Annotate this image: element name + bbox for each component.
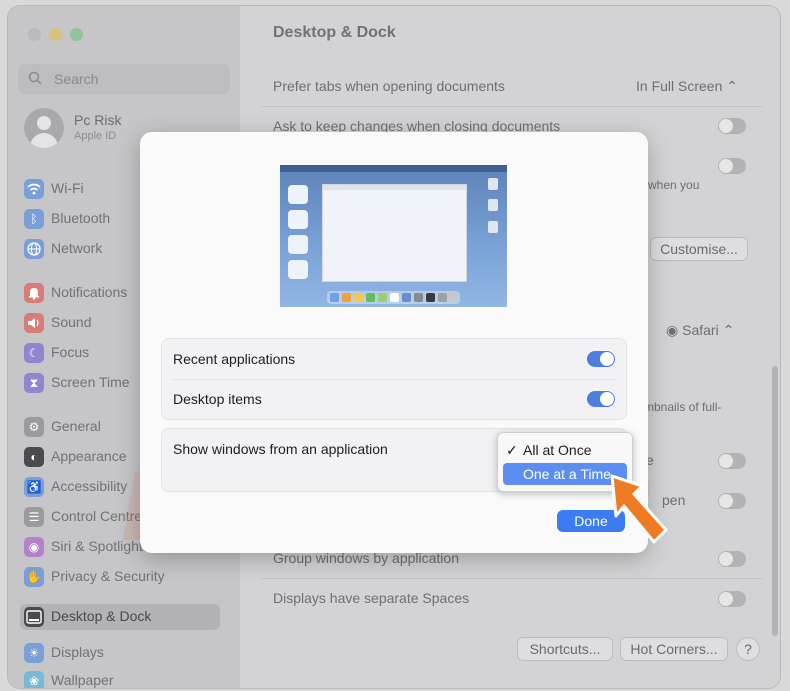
sidebar-item-label: Network (51, 240, 103, 256)
sidebar-item-displays[interactable]: ☀ Displays (20, 640, 220, 666)
desktop-items-toggle[interactable] (587, 391, 615, 407)
user-name: Pc Risk (74, 112, 122, 128)
zoom-window-button[interactable] (70, 28, 83, 41)
divider (262, 578, 762, 579)
search-input[interactable]: Search (18, 64, 230, 94)
ask-keep-changes-toggle[interactable] (718, 118, 746, 134)
sidebar-item-label: Wi-Fi (51, 180, 84, 196)
sidebar-item-label: Accessibility (51, 478, 128, 494)
speaker-icon (24, 313, 44, 333)
separate-spaces-toggle[interactable] (718, 591, 746, 607)
hot-corners-button[interactable]: Hot Corners... (620, 637, 728, 661)
customise-button[interactable]: Customise... (650, 237, 748, 261)
hourglass-icon: ⧗ (24, 373, 44, 393)
avatar (24, 108, 64, 148)
safari-icon: ◉ (666, 322, 679, 338)
accessibility-icon: ♿ (24, 477, 44, 497)
menu-item-all-at-once[interactable]: ✓ All at Once (503, 439, 627, 461)
gear-icon: ⚙ (24, 417, 44, 437)
sidebar-item-label: General (51, 418, 101, 434)
appearance-icon: ◐ (24, 447, 44, 467)
sidebar-item-label: Sound (51, 314, 92, 330)
recent-apps-label: Recent applications (173, 351, 296, 367)
sun-icon: ☀ (24, 643, 44, 663)
sidebar-item-wallpaper[interactable]: ❀ Wallpaper (20, 668, 220, 688)
recent-apps-toggle[interactable] (587, 351, 615, 367)
minimize-window-button[interactable] (49, 28, 62, 41)
menu-item-label: All at Once (523, 442, 592, 458)
hand-icon: ✋ (24, 567, 44, 587)
sidebar-item-label: Desktop & Dock (51, 608, 152, 624)
sidebar-item-label: Focus (51, 344, 90, 360)
pointer-arrow-icon (606, 470, 670, 557)
wifi-icon (24, 179, 44, 199)
prefer-tabs-value: In Full Screen (636, 78, 723, 94)
scrollbar[interactable] (772, 366, 778, 636)
shortcuts-button[interactable]: Shortcuts... (517, 637, 613, 661)
bluetooth-icon: ᛒ (24, 209, 44, 229)
help-button[interactable]: ? (736, 637, 760, 661)
sidebar-item-label: Wallpaper (51, 672, 114, 688)
sidebar-item-label: Appearance (51, 448, 127, 464)
default-browser-value: Safari (682, 322, 719, 338)
sidebar-item-label: Screen Time (51, 374, 130, 390)
options-group: Recent applications Desktop items (161, 338, 627, 420)
user-subtitle: Apple ID (74, 130, 117, 142)
show-windows-label: Show windows from an application (173, 441, 388, 457)
wallpaper-icon: ❀ (24, 671, 44, 688)
control-centre-icon: ☰ (24, 507, 44, 527)
separate-spaces-label: Displays have separate Spaces (273, 590, 470, 606)
chevron-updown-icon: ⌃ (722, 322, 735, 338)
search-placeholder: Search (54, 71, 99, 87)
sidebar-item-label: Privacy & Security (51, 568, 165, 584)
setting-toggle-2[interactable] (718, 493, 746, 509)
prefer-tabs-label: Prefer tabs when opening documents (273, 78, 505, 94)
prefer-tabs-select[interactable]: In Full Screen ⌃ (636, 78, 738, 95)
close-window-button[interactable] (28, 28, 41, 41)
sidebar-item-label: Bluetooth (51, 210, 111, 226)
close-windows-description: when you (648, 178, 700, 192)
default-browser-select[interactable]: ◉ Safari ⌃ (666, 322, 734, 339)
menu-item-label: One at a Time (523, 466, 611, 482)
group-windows-toggle[interactable] (718, 551, 746, 567)
setting-toggle-1[interactable] (718, 453, 746, 469)
siri-icon: ◉ (24, 537, 44, 557)
divider (262, 106, 762, 107)
search-icon (28, 71, 42, 88)
sidebar-item-desktop-dock[interactable]: Desktop & Dock (20, 604, 220, 630)
sidebar-item-label: Displays (51, 644, 104, 660)
sidebar-item-label: Notifications (51, 284, 128, 300)
close-windows-toggle[interactable] (718, 158, 746, 174)
chevron-updown-icon: ⌃ (726, 78, 738, 94)
page-title: Desktop & Dock (273, 24, 396, 41)
bell-icon (24, 283, 44, 303)
checkmark-icon: ✓ (506, 442, 518, 458)
thumbnails-description: mbnails of full- (644, 400, 722, 414)
desktop-items-label: Desktop items (173, 391, 262, 407)
desktop-preview-image (280, 165, 507, 307)
dock-icon (24, 607, 44, 627)
moon-icon: ☾ (24, 343, 44, 363)
globe-icon (24, 239, 44, 259)
